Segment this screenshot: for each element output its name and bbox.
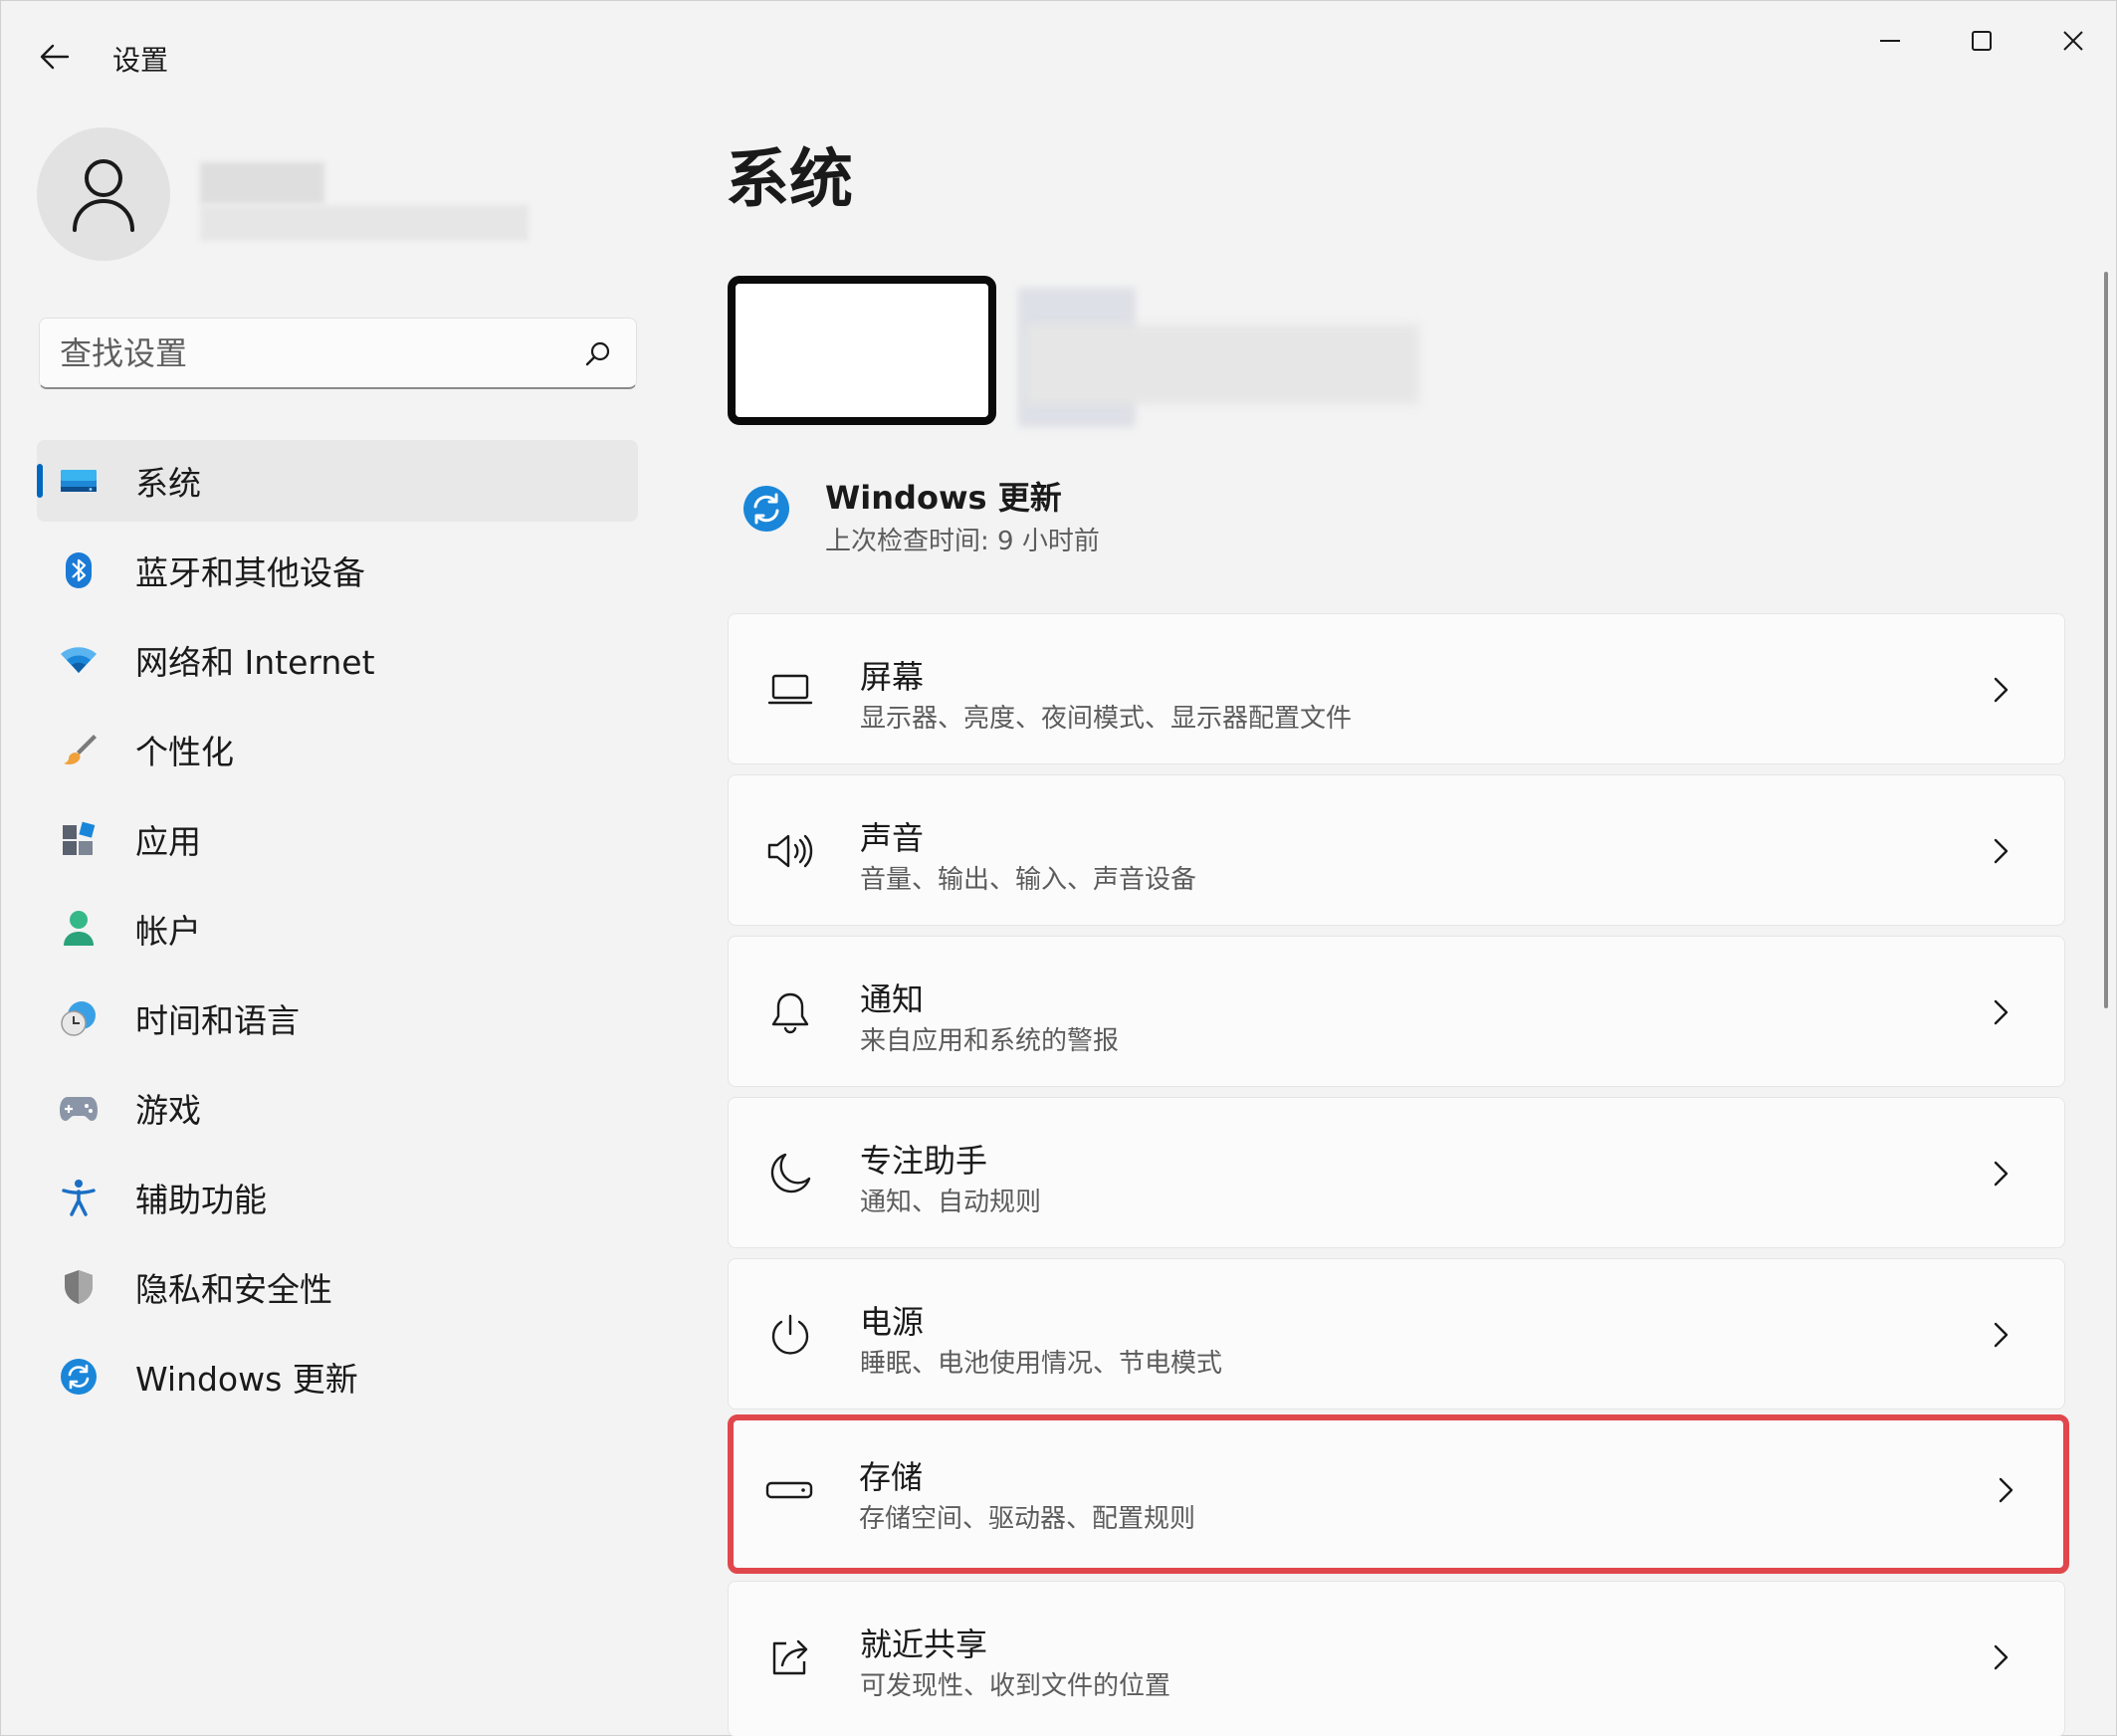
windows-update-icon <box>59 1357 99 1397</box>
chevron-right-icon <box>1981 831 2020 871</box>
sidebar-item-accounts[interactable]: 帐户 <box>37 888 638 970</box>
device-thumbnail <box>728 276 996 425</box>
card-title: 专注助手 <box>860 1142 988 1180</box>
card-subtitle: 可发现性、收到文件的位置 <box>860 1671 1171 1701</box>
settings-card-display[interactable]: 屏幕 显示器、亮度、夜间模式、显示器配置文件 <box>728 613 2065 764</box>
sidebar-item-label: 蓝牙和其他设备 <box>135 553 365 592</box>
card-subtitle: 音量、输出、输入、声音设备 <box>860 865 1197 895</box>
card-title: 声音 <box>860 819 925 857</box>
maximize-icon <box>1972 31 1992 51</box>
minimize-icon <box>1880 40 1900 42</box>
maximize-button[interactable] <box>1942 11 2021 71</box>
storage-drive-icon <box>765 1466 813 1514</box>
chevron-right-icon <box>1981 1154 2020 1194</box>
card-subtitle: 通知、自动规则 <box>860 1188 1042 1217</box>
card-title: 通知 <box>860 980 925 1018</box>
settings-card-focus-assist[interactable]: 专注助手 通知、自动规则 <box>728 1097 2065 1248</box>
sidebar-item-windows-update[interactable]: Windows 更新 <box>37 1336 638 1417</box>
sidebar-item-label: Windows 更新 <box>135 1360 358 1399</box>
sidebar-item-bluetooth[interactable]: 蓝牙和其他设备 <box>37 530 638 611</box>
sidebar-item-label: 应用 <box>135 822 201 861</box>
account-email-redacted <box>200 205 529 241</box>
card-title: 就近共享 <box>860 1626 988 1663</box>
sidebar-item-label: 帐户 <box>135 912 201 951</box>
sidebar-item-apps[interactable]: 应用 <box>37 798 638 880</box>
chevron-right-icon <box>1981 1315 2020 1355</box>
settings-card-nearby-sharing[interactable]: 就近共享 可发现性、收到文件的位置 <box>728 1581 2065 1736</box>
minimize-button[interactable] <box>1850 11 1930 71</box>
sidebar-item-label: 隐私和安全性 <box>135 1270 332 1309</box>
sidebar-item-label: 网络和 Internet <box>135 643 375 682</box>
clock-globe-icon <box>59 998 99 1038</box>
sidebar-item-privacy[interactable]: 隐私和安全性 <box>37 1246 638 1328</box>
account-name-redacted <box>200 162 324 204</box>
shield-icon <box>59 1267 99 1307</box>
sidebar-item-label: 时间和语言 <box>135 1001 300 1040</box>
settings-window: 设置 系统 蓝牙和其他设备 <box>0 0 2117 1736</box>
app-title: 设置 <box>112 44 169 77</box>
person-outline-icon <box>73 159 134 232</box>
close-button[interactable] <box>2033 11 2113 71</box>
card-title: 屏幕 <box>860 658 925 696</box>
laptop-icon <box>766 666 814 714</box>
sidebar-item-gaming[interactable]: 游戏 <box>37 1067 638 1149</box>
bell-icon <box>766 988 814 1036</box>
arrow-left-icon <box>40 44 70 70</box>
sidebar-item-network[interactable]: 网络和 Internet <box>37 619 638 701</box>
settings-card-power[interactable]: 电源 睡眠、电池使用情况、节电模式 <box>728 1258 2065 1410</box>
accessibility-icon <box>59 1178 99 1217</box>
settings-card-sound[interactable]: 声音 音量、输出、输入、声音设备 <box>728 774 2065 926</box>
search-box[interactable] <box>39 318 637 389</box>
search-icon[interactable] <box>584 340 612 368</box>
sidebar-item-time-language[interactable]: 时间和语言 <box>37 977 638 1059</box>
settings-card-notifications[interactable]: 通知 来自应用和系统的警报 <box>728 936 2065 1087</box>
monitor-icon <box>59 461 99 501</box>
scrollbar-thumb[interactable] <box>2104 272 2108 1008</box>
chevron-right-icon <box>1981 992 2020 1032</box>
gamepad-icon <box>59 1088 99 1128</box>
windows-update-icon <box>743 486 789 532</box>
avatar[interactable] <box>37 127 170 261</box>
close-icon <box>2063 31 2083 51</box>
back-button[interactable] <box>31 33 79 81</box>
card-subtitle: 显示器、亮度、夜间模式、显示器配置文件 <box>860 704 1353 734</box>
speaker-icon <box>766 827 814 875</box>
sidebar-item-label: 个性化 <box>135 733 234 771</box>
sidebar-item-personalization[interactable]: 个性化 <box>37 709 638 790</box>
active-indicator <box>37 464 43 498</box>
search-input[interactable] <box>60 319 577 388</box>
apps-icon <box>59 819 99 859</box>
card-subtitle: 睡眠、电池使用情况、节电模式 <box>860 1349 1223 1379</box>
power-icon <box>766 1311 814 1359</box>
chevron-right-icon <box>1981 1637 2020 1677</box>
card-subtitle: 来自应用和系统的警报 <box>860 1026 1120 1056</box>
sidebar-item-accessibility[interactable]: 辅助功能 <box>37 1157 638 1238</box>
card-title: 电源 <box>860 1303 925 1341</box>
windows-update-last-checked: 上次检查时间: 9 小时前 <box>825 527 1100 556</box>
card-subtitle: 存储空间、驱动器、配置规则 <box>859 1504 1196 1534</box>
chevron-right-icon <box>1981 670 2020 710</box>
person-icon <box>59 909 99 949</box>
wifi-icon <box>59 640 99 680</box>
chevron-right-icon <box>1986 1470 2025 1510</box>
sidebar-item-label: 辅助功能 <box>135 1181 267 1219</box>
paintbrush-icon <box>59 730 99 769</box>
moon-icon <box>766 1150 814 1197</box>
sidebar-item-system[interactable]: 系统 <box>37 440 638 522</box>
page-title: 系统 <box>726 143 853 217</box>
sidebar-item-label: 系统 <box>135 464 201 503</box>
windows-update-title: Windows 更新 <box>825 479 1062 517</box>
sidebar-item-label: 游戏 <box>135 1091 201 1130</box>
card-title: 存储 <box>859 1458 924 1496</box>
device-model-redacted <box>1026 325 1419 404</box>
bluetooth-icon <box>59 550 99 590</box>
title-bar: 设置 <box>1 1 2117 110</box>
share-icon <box>766 1633 814 1681</box>
settings-card-storage[interactable]: 存储 存储空间、驱动器、配置规则 <box>728 1414 2069 1574</box>
